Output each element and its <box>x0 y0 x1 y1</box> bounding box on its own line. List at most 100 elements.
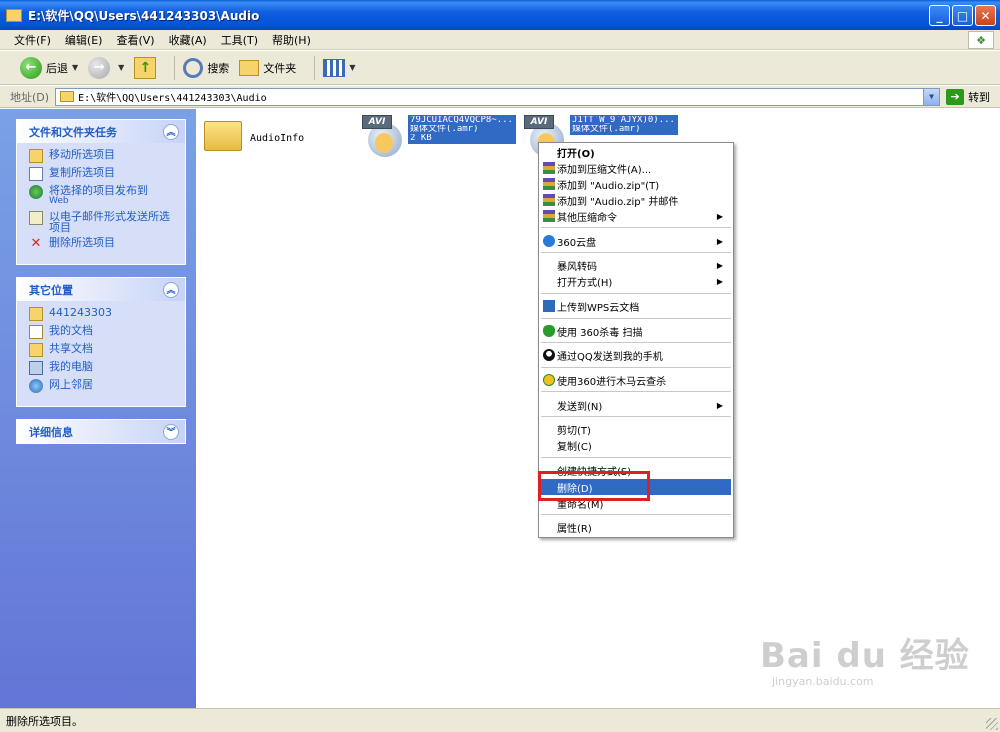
chevron-down-icon[interactable]: ▼ <box>349 63 355 72</box>
forward-arrow-icon: → <box>88 56 111 79</box>
file-item-selected[interactable]: AVI 79JCUIACQ4VQCP8~... 媒体文件(.amr) 2 KB <box>362 115 516 157</box>
chevron-down-icon[interactable]: ▼ <box>118 63 124 72</box>
computer-icon <box>29 361 43 375</box>
task-move[interactable]: 移动所选项目 <box>29 149 177 163</box>
up-button[interactable]: ↑ <box>134 56 157 79</box>
menu-add-to-archive[interactable]: 添加到压缩文件(A)... <box>541 160 731 176</box>
submenu-arrow-icon: ▶ <box>716 236 723 246</box>
menu-view[interactable]: 查看(V) <box>116 32 154 48</box>
menu-separator <box>541 293 731 294</box>
menu-send-qq[interactable]: 通过QQ发送到我的手机 <box>541 347 731 363</box>
folder-icon <box>6 8 22 22</box>
collapse-icon[interactable]: ︽ <box>163 123 179 140</box>
watermark-logo: Bai du 经验 <box>760 636 970 676</box>
copy-icon <box>29 167 43 181</box>
menu-separator <box>541 391 731 392</box>
menu-add-to-zip-email[interactable]: 添加到 "Audio.zip" 并邮件 <box>541 192 731 208</box>
close-button[interactable]: ✕ <box>975 5 996 26</box>
search-label: 搜索 <box>207 61 230 75</box>
menu-360-cloud[interactable]: 360云盘 ▶ <box>541 233 731 249</box>
expand-icon[interactable]: ︾ <box>163 423 179 440</box>
views-button[interactable]: ▼ <box>323 58 355 77</box>
menu-add-to-zip[interactable]: 添加到 "Audio.zip"(T) <box>541 176 731 192</box>
menu-tools[interactable]: 工具(T) <box>221 32 258 48</box>
panel-header[interactable]: 文件和文件夹任务 ︽ <box>17 120 185 143</box>
task-label: 将选择的项目发布到 Web <box>49 184 148 206</box>
winrar-icon <box>543 210 555 222</box>
folder-icon <box>239 59 260 76</box>
menu-separator <box>541 416 731 417</box>
place-user-folder[interactable]: 441243303 <box>29 307 177 321</box>
submenu-arrow-icon: ▶ <box>716 260 723 270</box>
winrar-icon <box>543 194 555 206</box>
menu-cut[interactable]: 剪切(T) <box>541 421 731 437</box>
task-label: 复制所选项目 <box>49 166 115 179</box>
winrar-icon <box>543 178 555 190</box>
menu-upload-wps[interactable]: 上传到WPS云文档 <box>541 298 731 314</box>
folders-label: 文件夹 <box>263 61 297 75</box>
task-copy[interactable]: 复制所选项目 <box>29 167 177 181</box>
panel-title: 文件和文件夹任务 <box>29 125 117 139</box>
place-shared-documents[interactable]: 共享文档 <box>29 343 177 357</box>
views-icon <box>323 58 346 77</box>
address-path: E:\软件\QQ\Users\441243303\Audio <box>78 93 267 104</box>
file-name: 79JCUIACQ4VQCP8~... <box>410 116 513 125</box>
task-publish[interactable]: 将选择的项目发布到 Web <box>29 185 177 207</box>
cloud-icon <box>543 235 555 247</box>
menu-properties[interactable]: 属性(R) <box>541 519 731 535</box>
menu-copy[interactable]: 复制(C) <box>541 437 731 453</box>
menu-360-scan[interactable]: 使用 360杀毒 扫描 <box>541 323 731 339</box>
menu-help[interactable]: 帮助(H) <box>272 32 311 48</box>
toolbar: ← 后退 ▼ → ▼ ↑ 搜索 文件夹 ▼ <box>0 51 1000 85</box>
place-my-documents[interactable]: 我的文档 <box>29 325 177 339</box>
globe-icon <box>29 185 43 199</box>
menu-separator <box>541 457 731 458</box>
place-my-computer[interactable]: 我的电脑 <box>29 361 177 375</box>
place-label: 我的文档 <box>49 324 93 337</box>
menu-send-to[interactable]: 发送到(N) ▶ <box>541 397 731 413</box>
go-label: 转到 <box>968 90 991 104</box>
panel-header[interactable]: 其它位置 ︽ <box>17 278 185 301</box>
menu-file[interactable]: 文件(F) <box>14 32 51 48</box>
folder-up-icon: ↑ <box>134 56 157 79</box>
watermark: Bai du 经验 jingyan.baidu.com <box>760 628 970 688</box>
mail-icon <box>29 211 43 225</box>
menu-360-trojan[interactable]: 使用360进行木马云查杀 <box>541 372 731 388</box>
menu-favorites[interactable]: 收藏(A) <box>169 32 207 48</box>
menu-storm-convert[interactable]: 暴风转码 ▶ <box>541 257 731 273</box>
task-label: 删除所选项目 <box>49 236 115 249</box>
resize-grip-icon[interactable] <box>986 718 998 730</box>
address-input[interactable]: E:\软件\QQ\Users\441243303\Audio ▼ <box>55 87 941 106</box>
menu-edit[interactable]: 编辑(E) <box>65 32 103 48</box>
folder-icon <box>29 307 43 321</box>
task-label: 以电子邮件形式发送所选项目 <box>49 210 170 234</box>
windows-logo-icon: ❖ <box>968 31 994 49</box>
collapse-icon[interactable]: ︽ <box>163 281 179 298</box>
toolbar-divider <box>174 55 176 80</box>
shared-folder-icon <box>29 343 43 357</box>
task-email[interactable]: 以电子邮件形式发送所选项目 <box>29 211 177 233</box>
menu-open-with[interactable]: 打开方式(H) ▶ <box>541 273 731 289</box>
maximize-button[interactable]: □ <box>952 5 973 26</box>
search-button[interactable]: 搜索 <box>183 57 230 78</box>
back-button[interactable]: ← 后退 ▼ <box>20 56 78 79</box>
folders-button[interactable]: 文件夹 <box>239 59 297 76</box>
submenu-arrow-icon: ▶ <box>716 211 723 221</box>
menu-open[interactable]: 打开(O) <box>541 144 731 160</box>
chevron-down-icon[interactable]: ▼ <box>72 63 78 72</box>
place-network[interactable]: 网上邻居 <box>29 379 177 393</box>
menu-other-compress[interactable]: 其他压缩命令 ▶ <box>541 208 731 224</box>
task-delete[interactable]: ✕ 删除所选项目 <box>29 237 177 251</box>
media-file-icon: AVI <box>362 115 406 157</box>
go-button[interactable]: ➔ 转到 <box>946 88 991 105</box>
forward-button[interactable]: → ▼ <box>88 56 124 79</box>
panel-header[interactable]: 详细信息 ︾ <box>17 420 185 443</box>
place-label: 441243303 <box>49 306 112 319</box>
minimize-button[interactable]: _ <box>929 5 950 26</box>
place-label: 共享文档 <box>49 342 93 355</box>
file-type-tag: AVI <box>362 115 392 129</box>
chevron-down-icon[interactable]: ▼ <box>923 88 940 105</box>
file-type: 媒体文件(.amr) <box>410 125 479 134</box>
submenu-arrow-icon: ▶ <box>716 276 723 286</box>
folder-item[interactable]: AudioInfo <box>204 115 304 151</box>
